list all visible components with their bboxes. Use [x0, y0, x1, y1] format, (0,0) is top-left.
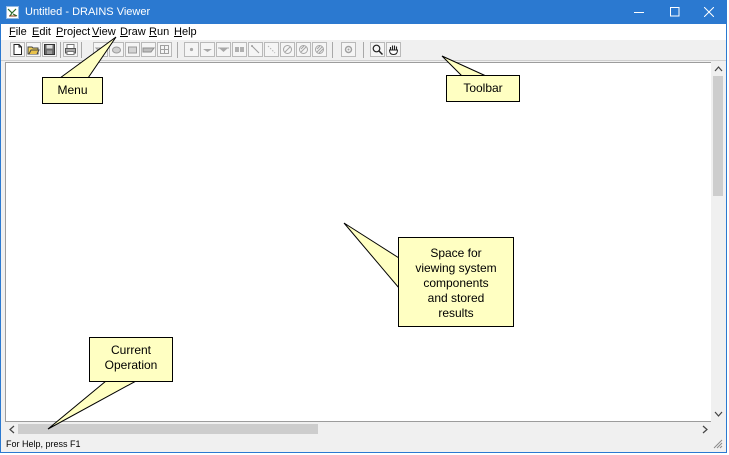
node-button[interactable] [109, 42, 124, 57]
zoom-magnifier-icon [372, 44, 384, 56]
sag-inlet-icon [218, 47, 229, 52]
menu-callout-text: Menu [57, 83, 88, 97]
pipe-link-icon [251, 45, 260, 54]
drains-app-icon [6, 6, 19, 19]
basin-button[interactable] [125, 42, 140, 57]
menu-file[interactable]: File [9, 26, 27, 38]
resize-grip-icon[interactable] [713, 439, 723, 449]
inlet-button[interactable] [200, 42, 215, 57]
status-bar: For Help, press F1 [1, 437, 726, 452]
region-button[interactable] [312, 42, 327, 57]
save-button[interactable] [42, 42, 57, 57]
print-icon [65, 44, 76, 55]
callout-line: Current [110, 343, 151, 357]
vertical-scroll-thumb[interactable] [713, 76, 723, 196]
horizontal-scroll-thumb[interactable] [18, 424, 318, 434]
channel-icon [142, 47, 155, 53]
settings-button[interactable] [341, 42, 356, 57]
vertical-scrollbar[interactable] [711, 62, 726, 422]
junction-button[interactable] [232, 42, 247, 57]
callout-line: results [438, 306, 474, 320]
zoom-button[interactable] [370, 42, 385, 57]
callout-line: components [423, 276, 489, 290]
menu-view[interactable]: View [92, 26, 116, 38]
menu-run[interactable]: Run [149, 26, 169, 38]
overflow-link-icon [267, 45, 276, 54]
menu-draw[interactable]: Draw [120, 26, 146, 38]
pit-icon [94, 47, 107, 52]
pit-button[interactable] [93, 42, 108, 57]
callout-line: and stored [427, 291, 485, 305]
node-icon [112, 46, 121, 54]
grid-table-icon [160, 45, 169, 54]
title-bar[interactable]: Untitled - DRAINS Viewer [1, 1, 726, 24]
save-disk-icon [44, 44, 55, 55]
close-button[interactable] [691, 1, 727, 24]
new-file-button[interactable] [10, 42, 25, 57]
toolbar-callout: Toolbar [446, 75, 520, 102]
inlet-icon [203, 49, 212, 52]
scroll-left-arrow-icon[interactable] [8, 425, 16, 434]
toolbar-separator [60, 42, 61, 58]
toolbar-separator [363, 42, 364, 58]
horizontal-scrollbar[interactable] [5, 422, 711, 436]
toolbar-separator [332, 42, 333, 58]
toolbar-separator [81, 42, 82, 58]
overflow-link-button[interactable] [264, 42, 279, 57]
pan-hand-icon [388, 45, 399, 56]
catchment-button[interactable] [296, 42, 311, 57]
callout-line: Operation [104, 358, 158, 372]
menu-project[interactable]: Project [56, 26, 90, 38]
basin-icon [128, 46, 137, 54]
point-node-icon [189, 47, 194, 52]
sub-catchment-icon [283, 45, 292, 54]
toolbar-callout-text: Toolbar [463, 81, 503, 95]
app-window: Untitled - DRAINS Viewer File Edit Proje… [0, 0, 727, 453]
status-text: For Help, press F1 [6, 439, 81, 449]
point-node-button[interactable] [184, 42, 199, 57]
maximize-button[interactable] [657, 1, 693, 24]
current-operation-callout: Current Operation [89, 337, 173, 382]
sag-inlet-button[interactable] [216, 42, 231, 57]
pipe-link-button[interactable] [248, 42, 263, 57]
channel-button[interactable] [141, 42, 156, 57]
new-file-icon [13, 44, 22, 55]
region-icon [315, 45, 324, 54]
open-button[interactable] [26, 42, 41, 57]
catchment-icon [299, 45, 308, 54]
minimize-button[interactable] [621, 1, 657, 24]
menu-help[interactable]: Help [174, 26, 197, 38]
open-folder-icon [27, 46, 40, 55]
sub-catchment-button[interactable] [280, 42, 295, 57]
print-button[interactable] [63, 42, 78, 57]
toolbar [1, 40, 726, 61]
pan-button[interactable] [386, 42, 401, 57]
menu-edit[interactable]: Edit [32, 26, 51, 38]
menu-callout: Menu [42, 77, 103, 104]
callout-line: viewing system [415, 261, 497, 275]
callout-line: Space for [430, 246, 482, 260]
gear-icon [344, 45, 353, 54]
menu-bar: File Edit Project View Draw Run Help [1, 24, 726, 40]
toolbar-separator [177, 42, 178, 58]
scroll-right-arrow-icon[interactable] [701, 425, 709, 434]
junction-icon [235, 47, 244, 52]
viewing-space-callout: Space for viewing system components and … [398, 237, 514, 327]
grid-button[interactable] [157, 42, 172, 57]
scroll-down-arrow-icon[interactable] [714, 410, 723, 418]
window-title: Untitled - DRAINS Viewer [25, 6, 151, 18]
scroll-up-arrow-icon[interactable] [714, 65, 723, 73]
